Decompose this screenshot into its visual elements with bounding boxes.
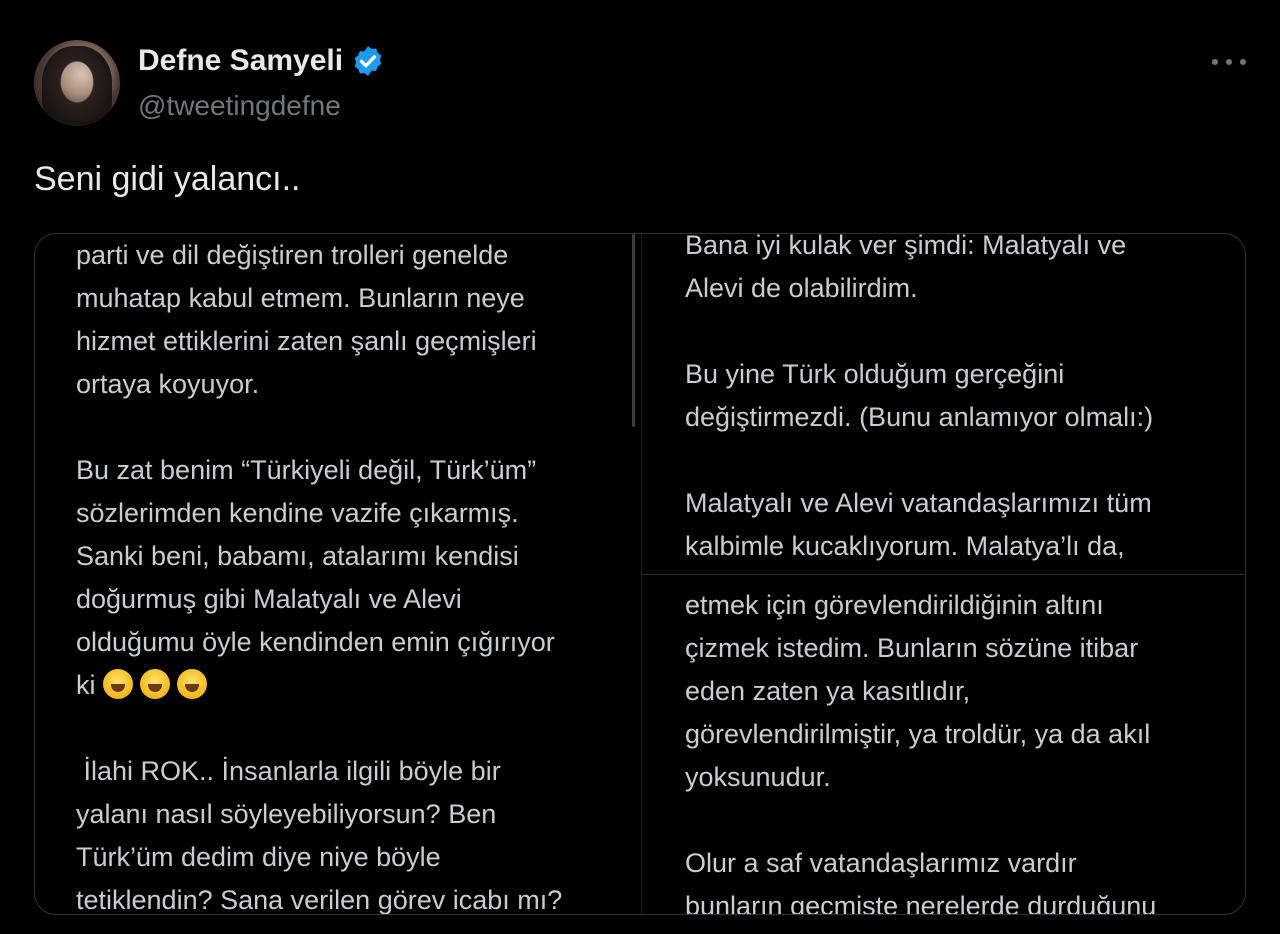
text-line: Alevi de olabilirdim. bbox=[685, 273, 918, 303]
text-line: Malatyalı ve Alevi vatandaşlarımızı tüm bbox=[685, 488, 1152, 518]
text-line: hizmet ettiklerini zaten şanlı geçmişler… bbox=[76, 326, 537, 356]
text-line: İlahi ROK.. İnsanlarla ilgili böyle bir bbox=[76, 756, 501, 786]
text-line: ortaya koyuyor. bbox=[76, 369, 260, 399]
text-line: eden zaten ya kasıtlıdır, bbox=[685, 676, 971, 706]
text-line: olduğumu öyle kendinden emin çığırıyor bbox=[76, 627, 555, 657]
more-dots-icon[interactable] bbox=[1212, 54, 1246, 70]
text-line: Türk’üm dedim diye niye böyle bbox=[76, 842, 441, 872]
author-avatar[interactable] bbox=[34, 40, 120, 126]
verified-badge-icon[interactable] bbox=[351, 44, 385, 78]
avatar-image bbox=[42, 46, 112, 126]
text-line: yalanı nasıl söyleyebiliyorsun? Ben bbox=[76, 799, 497, 829]
text-line: sözlerimden kendine vazife çıkarmış. bbox=[76, 498, 519, 528]
text-line: Bu yine Türk olduğum gerçeğini bbox=[685, 359, 1065, 389]
text-line: yoksunudur. bbox=[685, 762, 831, 792]
screenshot-right-bottom-panel: etmek için görevlendirildiğinin altını ç… bbox=[685, 584, 1157, 915]
image-scrollbar bbox=[632, 234, 635, 427]
text-line bbox=[76, 707, 562, 750]
text-line: doğurmuş gibi Malatyalı ve Alevi bbox=[76, 584, 462, 614]
face-with-tears-of-joy-icon bbox=[103, 669, 134, 699]
text-line: çizmek istedim. Bunların sözüne itibar bbox=[685, 633, 1139, 663]
dot bbox=[1226, 59, 1232, 65]
tweet-media-image[interactable]: parti ve dil değiştiren trolleri genelde… bbox=[34, 233, 1246, 915]
text-line-with-emoji: ki bbox=[76, 664, 562, 707]
text-line: Bu zat benim “Türkiyeli değil, Türk’üm” bbox=[76, 455, 537, 485]
text-line bbox=[685, 310, 1153, 353]
dot bbox=[1212, 59, 1218, 65]
text-line: tetiklendin? Sana verilen görev icabı mı… bbox=[76, 885, 563, 915]
face-with-tears-of-joy-icon bbox=[140, 669, 171, 699]
face-with-tears-of-joy-icon bbox=[177, 669, 208, 699]
panel-divider bbox=[642, 574, 1245, 575]
author-display-name[interactable]: Defne Samyeli bbox=[138, 44, 343, 78]
text-line: kalbimle kucaklıyorum. Malatya’lı da, bbox=[685, 531, 1125, 561]
author-name-row[interactable]: Defne Samyeli bbox=[138, 44, 385, 78]
text-line: görevlendirilmiştir, ya troldür, ya da a… bbox=[685, 719, 1151, 749]
text-line: etmek için görevlendirildiğinin altını bbox=[685, 590, 1104, 620]
text-line: muhatap kabul etmem. Bunların neye bbox=[76, 283, 525, 313]
author-handle[interactable]: @tweetingdefne bbox=[138, 90, 341, 122]
text-line: Bana iyi kulak ver şimdi: Malatyalı ve bbox=[685, 233, 1127, 260]
tweet-text: Seni gidi yalancı.. bbox=[34, 160, 301, 198]
screenshot-right-top-panel: Bana iyi kulak ver şimdi: Malatyalı ve A… bbox=[685, 233, 1154, 568]
screenshot-left-column: parti ve dil değiştiren trolleri genelde… bbox=[76, 234, 563, 915]
text-line: Olur a saf vatandaşlarımız vardır bbox=[685, 848, 1077, 878]
text-line bbox=[76, 406, 562, 449]
text-fragment: ki bbox=[76, 670, 96, 700]
text-line bbox=[685, 439, 1153, 482]
dot bbox=[1240, 59, 1246, 65]
text-line: değiştirmezdi. (Bunu anlamıyor olmalı:) bbox=[685, 402, 1154, 432]
text-line: Sanki beni, babamı, atalarımı kendisi bbox=[76, 541, 519, 571]
text-line bbox=[685, 799, 1156, 842]
text-line: bunların geçmişte nerelerde durduğunu bbox=[685, 891, 1157, 915]
text-line: parti ve dil değiştiren trolleri genelde bbox=[76, 240, 509, 270]
